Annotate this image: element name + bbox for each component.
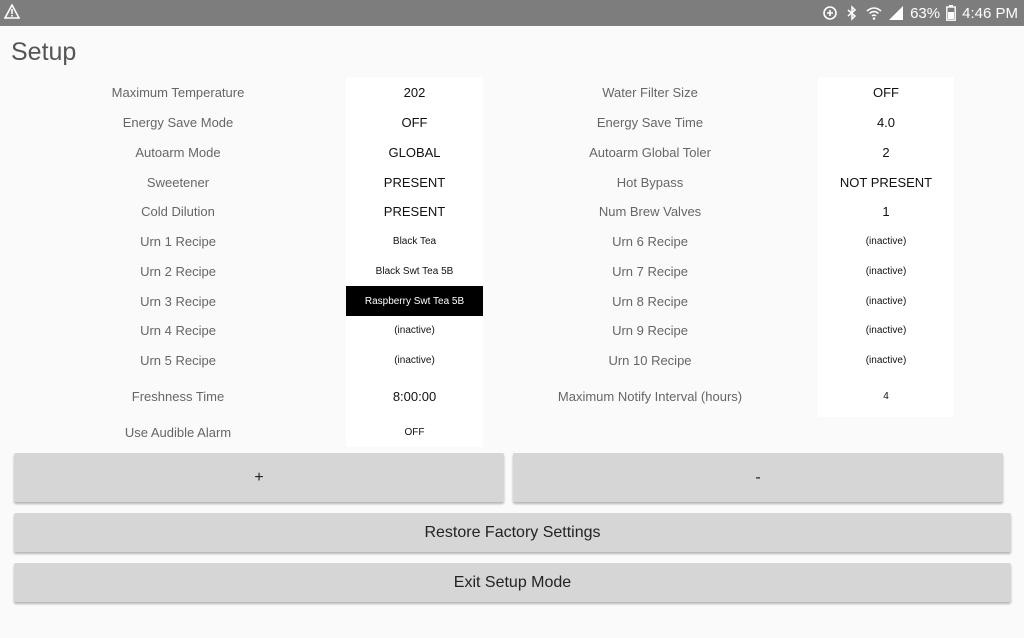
restore-factory-settings-button[interactable]: Restore Factory Settings (14, 513, 1011, 552)
increment-button[interactable]: + (14, 453, 504, 502)
battery-icon (946, 5, 957, 21)
setting-value[interactable]: PRESENT (346, 196, 483, 226)
data-saver-icon (822, 5, 838, 21)
setting-label: Autoarm Mode (135, 145, 221, 160)
setting-value[interactable]: OFF (346, 107, 483, 137)
setting-label: Autoarm Global Toler (589, 145, 711, 160)
setting-label: Urn 8 Recipe (612, 294, 688, 309)
page-title: Setup (11, 38, 77, 66)
setting-label: Urn 6 Recipe (612, 234, 688, 249)
signal-icon (888, 5, 904, 21)
setting-label: Urn 7 Recipe (612, 264, 688, 279)
setting-label: Energy Save Mode (122, 115, 234, 130)
setting-label: Cold Dilution (141, 204, 215, 219)
setting-label: Num Brew Valves (598, 204, 702, 219)
exit-setup-mode-button[interactable]: Exit Setup Mode (14, 563, 1011, 602)
setting-label: Freshness Time (131, 389, 225, 404)
setting-label: Sweetener (146, 175, 210, 190)
battery-percent: 63% (910, 4, 941, 22)
setting-value[interactable]: (inactive) (818, 315, 954, 345)
setting-value[interactable]: (inactive) (818, 345, 954, 375)
setting-value-selected[interactable]: Raspberry Swt Tea 5B (346, 286, 483, 316)
setting-value[interactable]: (inactive) (818, 286, 954, 316)
setting-label: Urn 1 Recipe (140, 234, 216, 249)
setting-value[interactable]: (inactive) (818, 256, 954, 286)
setting-value[interactable]: GLOBAL (346, 137, 483, 167)
wifi-icon (866, 5, 882, 21)
setting-value[interactable]: PRESENT (346, 167, 483, 197)
setting-label: Water Filter Size (602, 85, 698, 100)
setting-label: Urn 4 Recipe (140, 323, 216, 338)
setting-label: Hot Bypass (616, 175, 684, 190)
setting-value[interactable]: 4 (818, 381, 954, 411)
setting-value[interactable]: NOT PRESENT (818, 167, 954, 197)
setting-value[interactable]: Black Swt Tea 5B (346, 256, 483, 286)
setting-value[interactable]: OFF (346, 417, 483, 447)
setting-value[interactable]: 202 (346, 77, 483, 107)
setting-value[interactable]: 4.0 (818, 107, 954, 137)
setting-label: Maximum Notify Interval (hours) (557, 389, 743, 404)
status-bar: 63% 4:46 PM (0, 0, 1024, 26)
bluetooth-icon (844, 5, 860, 21)
setting-value[interactable]: 8:00:00 (346, 381, 483, 411)
setting-value[interactable]: (inactive) (346, 315, 483, 345)
setting-value[interactable]: OFF (818, 77, 954, 107)
setting-label: Urn 5 Recipe (140, 353, 216, 368)
warning-icon (3, 3, 21, 20)
setting-label: Use Audible Alarm (124, 425, 232, 440)
setting-label: Urn 2 Recipe (140, 264, 216, 279)
setting-value[interactable]: 2 (818, 137, 954, 167)
setting-value[interactable]: (inactive) (346, 345, 483, 375)
setting-label: Urn 10 Recipe (608, 353, 692, 368)
setting-value[interactable]: (inactive) (818, 226, 954, 256)
setting-value[interactable]: 1 (818, 196, 954, 226)
clock: 4:46 PM (962, 4, 1018, 22)
setting-value[interactable]: Black Tea (346, 226, 483, 256)
setting-label: Urn 9 Recipe (612, 323, 688, 338)
setting-label: Energy Save Time (596, 115, 704, 130)
decrement-button[interactable]: - (513, 453, 1003, 502)
setting-label: Maximum Temperature (111, 85, 245, 100)
setting-label: Urn 3 Recipe (140, 294, 216, 309)
